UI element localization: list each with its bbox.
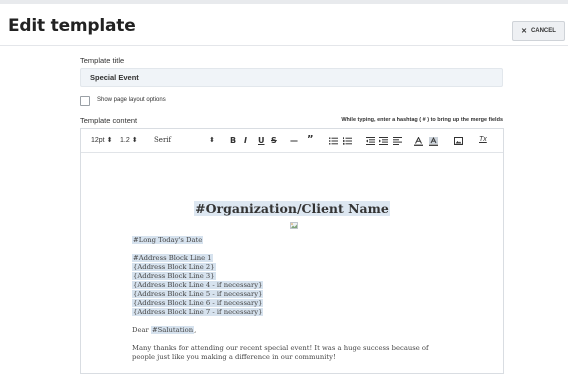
align-icon[interactable] xyxy=(393,137,402,145)
org-name-text: #Organization/Client Name xyxy=(194,201,390,216)
bullet-list-icon[interactable] xyxy=(329,137,338,145)
address-line: {Address Block Line 6 - if necessary} xyxy=(132,299,264,308)
org-name-merge-field: #Organization/Client Name xyxy=(81,201,503,216)
body-paragraph-line: Many thanks for attending our recent spe… xyxy=(132,344,429,352)
clear-format-button[interactable]: Tx xyxy=(479,136,487,143)
outdent-icon[interactable] xyxy=(366,137,375,145)
dear-text: Dear xyxy=(132,326,149,334)
template-title-input[interactable]: Special Event xyxy=(80,68,503,87)
editor-toolbar: 12pt ⬍ 1.2 ⬍ Serif ⬍ B I U S — ” Tx xyxy=(81,129,503,153)
cancel-button[interactable]: ✕ CANCEL xyxy=(512,21,565,41)
font-size-select[interactable]: 12pt ⬍ xyxy=(91,136,112,144)
address-line: {Address Block Line 2} xyxy=(132,263,216,272)
page-title: Edit template xyxy=(8,16,136,36)
salutation-line: Dear #Salutation, xyxy=(132,326,196,335)
salutation-suffix: , xyxy=(194,326,197,334)
italic-button[interactable]: I xyxy=(244,136,247,145)
select-arrows-icon: ⬍ xyxy=(131,137,138,144)
template-title-value: Special Event xyxy=(90,73,139,82)
select-arrows-icon: ⬍ xyxy=(106,137,113,144)
address-line: {Address Block Line 3} xyxy=(132,272,216,281)
font-family-select[interactable]: Serif xyxy=(154,136,171,144)
close-icon: ✕ xyxy=(521,28,527,35)
broken-image-icon xyxy=(290,222,298,229)
address-line: #Address Block Line 1 xyxy=(132,254,213,263)
line-height-select[interactable]: 1.2 ⬍ xyxy=(120,136,138,144)
highlight-color-icon[interactable] xyxy=(429,137,438,146)
address-line-text: {Address Block Line 3} xyxy=(132,272,216,280)
image-icon[interactable] xyxy=(454,137,463,145)
line-height-value: 1.2 xyxy=(120,137,130,144)
salutation-merge-field: #Salutation xyxy=(150,326,195,334)
show-layout-label: Show page layout options xyxy=(97,97,166,103)
address-line-text: {Address Block Line 6 - if necessary} xyxy=(132,299,264,307)
bold-button[interactable]: B xyxy=(230,136,236,145)
body-paragraph-line: people just like you making a difference… xyxy=(132,353,336,361)
font-family-value: Serif xyxy=(154,136,172,144)
date-merge-field: #Long Today's Date xyxy=(132,236,204,245)
indent-icon[interactable] xyxy=(379,137,388,145)
show-layout-checkbox[interactable] xyxy=(80,96,90,106)
select-arrows-icon[interactable]: ⬍ xyxy=(209,136,215,144)
address-line-text: {Address Block Line 7 - if necessary} xyxy=(132,308,264,316)
address-line-text: {Address Block Line 5 - if necessary} xyxy=(132,290,264,298)
template-title-label: Template title xyxy=(80,56,125,65)
date-field-text: #Long Today's Date xyxy=(132,236,204,244)
numbered-list-icon[interactable] xyxy=(343,137,352,145)
address-line: {Address Block Line 4 - if necessary} xyxy=(132,281,264,290)
font-size-value: 12pt xyxy=(91,137,105,144)
underline-button[interactable]: U xyxy=(258,136,265,145)
page-header: Edit template ✕ CANCEL xyxy=(0,0,568,46)
rich-text-editor[interactable]: 12pt ⬍ 1.2 ⬍ Serif ⬍ B I U S — ” Tx #Org… xyxy=(80,128,504,374)
cancel-label: CANCEL xyxy=(530,28,556,34)
horizontal-rule-button[interactable]: — xyxy=(290,136,298,145)
address-line: {Address Block Line 7 - if necessary} xyxy=(132,308,264,317)
document-content[interactable]: #Organization/Client Name #Long Today's … xyxy=(81,154,503,374)
address-line-text: {Address Block Line 4 - if necessary} xyxy=(132,281,264,289)
merge-field-hint: While typing, enter a hashtag ( # ) to b… xyxy=(341,117,503,123)
address-line-text: #Address Block Line 1 xyxy=(132,254,213,262)
text-color-icon[interactable] xyxy=(414,137,423,146)
strikethrough-button[interactable]: S xyxy=(271,136,277,145)
address-line: {Address Block Line 5 - if necessary} xyxy=(132,290,264,299)
address-line-text: {Address Block Line 2} xyxy=(132,263,216,271)
template-content-label: Template content xyxy=(80,116,138,125)
blockquote-button[interactable]: ” xyxy=(307,134,314,145)
